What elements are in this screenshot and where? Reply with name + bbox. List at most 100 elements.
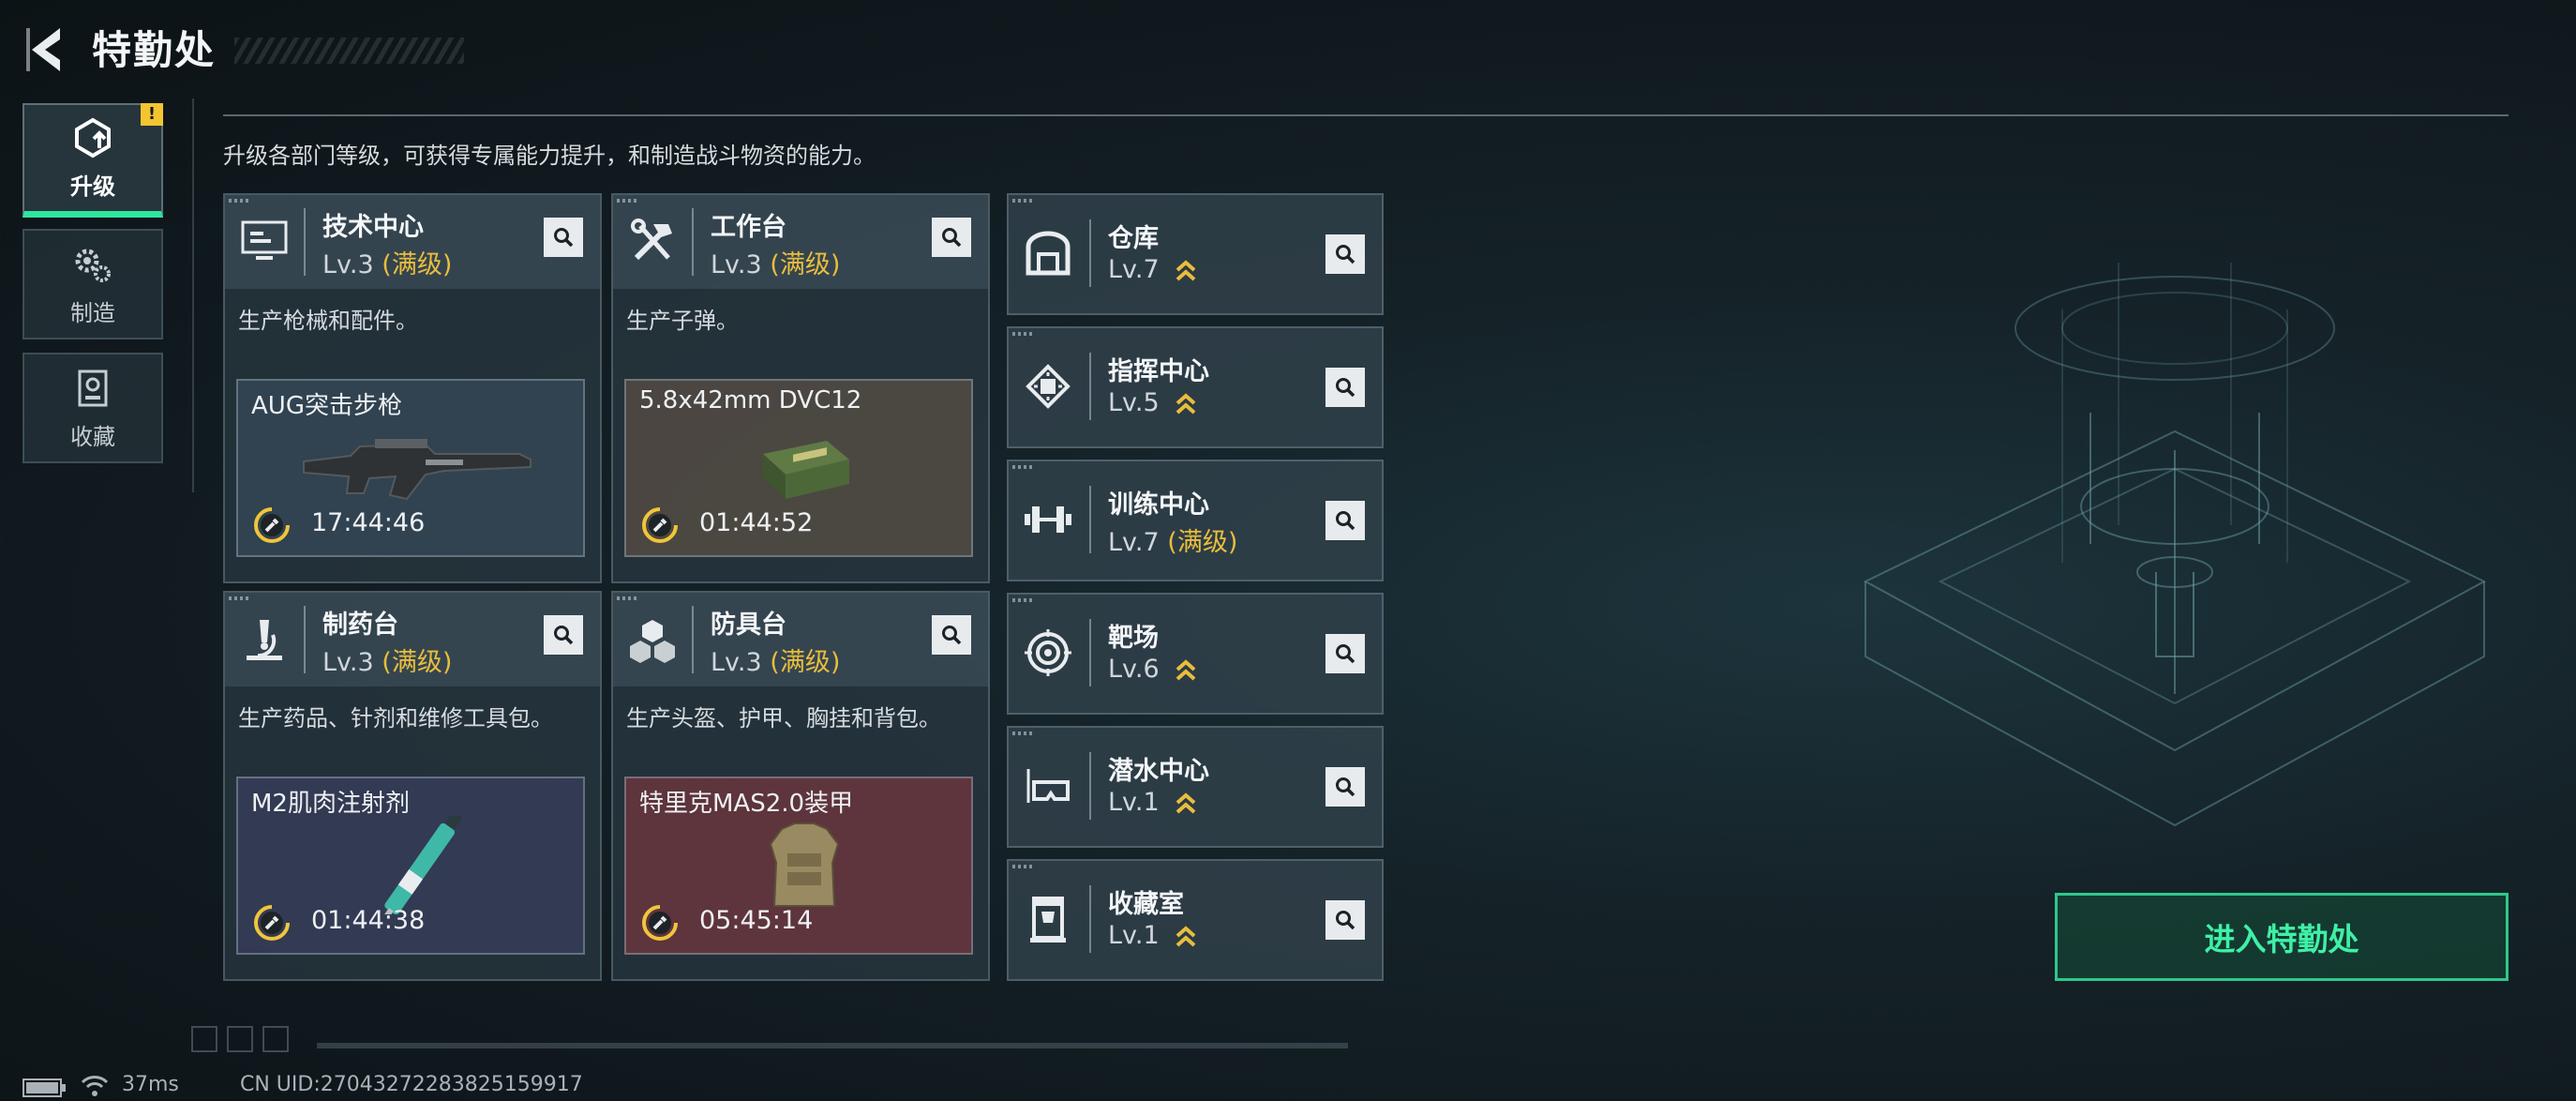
inspect-button[interactable] [1325, 501, 1365, 540]
battery-icon [22, 1078, 67, 1097]
armor-vest-image [673, 816, 936, 914]
upgrade-chevron-icon [1176, 925, 1196, 946]
inspect-button[interactable] [1325, 234, 1365, 274]
craft-timer: 17:44:46 [311, 508, 426, 537]
tab-craft-label: 制造 [70, 299, 115, 326]
collection-icon [70, 366, 115, 411]
tab-collection[interactable]: 收藏 [22, 353, 163, 463]
ammo-box-image [673, 418, 936, 517]
inspect-button[interactable] [1325, 634, 1365, 673]
card-level: Lv.5 [1108, 388, 1197, 417]
facility-card-armor-bench[interactable]: 防具台 Lv.3 (满级) 生产头盔、护甲、胸挂和背包。 特里克MAS2.0装甲… [611, 591, 990, 981]
card-name: 技术中心 [322, 213, 424, 242]
header-separator [1089, 752, 1091, 820]
facility-card-diving-center[interactable]: 潜水中心 Lv.1 [1007, 726, 1384, 848]
card-description: 生产头盔、护甲、胸挂和背包。 [626, 705, 941, 731]
upgrade-icon [70, 115, 115, 160]
card-level: Lv.3 (满级) [711, 648, 841, 677]
craft-timer: 01:44:52 [699, 508, 814, 537]
craft-slot[interactable]: 5.8x42mm DVC12 01:44:52 [624, 379, 973, 557]
tab-collection-label: 收藏 [70, 423, 115, 450]
header-separator [304, 606, 306, 673]
footer-control[interactable] [262, 1026, 289, 1052]
card-level: Lv.1 [1108, 921, 1197, 950]
facility-card-warehouse[interactable]: 仓库 Lv.7 [1007, 193, 1384, 315]
inspect-button[interactable] [1325, 368, 1365, 407]
header-separator [1089, 353, 1091, 420]
wifi-icon [81, 1075, 109, 1097]
headquarters-hologram [1781, 169, 2569, 844]
page-title: 特勤处 [92, 27, 217, 73]
user-uid: CN UID:2704327228382515991​7 [240, 1073, 583, 1096]
corner-decoration [1012, 731, 1033, 735]
cubes-icon [622, 610, 682, 670]
inspect-button[interactable] [544, 615, 583, 655]
inspect-button[interactable] [1325, 767, 1365, 807]
craft-timer: 05:45:14 [699, 906, 814, 935]
chip-icon [1018, 356, 1078, 416]
title-decoration [234, 38, 464, 64]
craft-slot[interactable]: 特里克MAS2.0装甲 05:45:14 [624, 777, 973, 955]
card-header: 制药台 Lv.3 (满级) [225, 593, 600, 686]
card-level: Lv.6 [1108, 655, 1197, 684]
facility-card-shooting-range[interactable]: 靶场 Lv.6 [1007, 593, 1384, 715]
footer-control[interactable] [191, 1026, 217, 1052]
wrench-timer-icon [641, 506, 679, 544]
corner-decoration [1012, 332, 1033, 336]
max-level-label: (满级) [770, 648, 841, 677]
facility-card-training-center[interactable]: 训练中心 Lv.7 (满级) [1007, 460, 1384, 581]
card-header: 工作台 Lv.3 (满级) [613, 195, 988, 289]
wrench-timer-icon [641, 904, 679, 942]
inspect-button[interactable] [544, 218, 583, 257]
header-separator [1089, 885, 1091, 953]
alert-badge: ! [141, 103, 163, 126]
monitor-icon [234, 212, 294, 272]
footer-control[interactable] [227, 1026, 253, 1052]
enter-headquarters-button[interactable]: 进入特勤处 [2055, 893, 2509, 981]
back-arrow-icon [26, 28, 60, 71]
corner-decoration [229, 199, 249, 203]
gears-icon [70, 242, 115, 287]
card-name: 制药台 [322, 611, 398, 640]
inspect-button[interactable] [932, 615, 971, 655]
card-description: 生产子弹。 [626, 308, 739, 334]
search-icon [554, 228, 574, 248]
facility-card-workbench[interactable]: 工作台 Lv.3 (满级) 生产子弹。 5.8x42mm DVC12 01:44… [611, 193, 990, 583]
scroll-indicator [317, 1043, 1348, 1048]
craft-item-name: AUG突击步枪 [251, 392, 402, 420]
tab-upgrade-label: 升级 [70, 173, 115, 200]
facility-card-tech-center[interactable]: 技术中心 Lv.3 (满级) 生产枪械和配件。 AUG突击步枪 17:44:46 [223, 193, 602, 583]
tab-upgrade[interactable]: ! 升级 [22, 103, 163, 218]
facility-card-collection-room[interactable]: 收藏室 Lv.1 [1007, 859, 1384, 981]
facility-card-pharmacy[interactable]: 制药台 Lv.3 (满级) 生产药品、针剂和维修工具包。 M2肌肉注射剂 01:… [223, 591, 602, 981]
search-icon [942, 626, 962, 645]
inspect-button[interactable] [1325, 900, 1365, 940]
corner-decoration [617, 199, 637, 203]
header-separator [1089, 619, 1091, 686]
max-level-label: (满级) [382, 250, 453, 279]
header-separator [692, 208, 694, 276]
craft-item-name: 5.8x42mm DVC12 [639, 386, 862, 415]
microscope-icon [234, 610, 294, 670]
craft-slot[interactable]: AUG突击步枪 17:44:46 [236, 379, 585, 557]
craft-item-name: M2肌肉注射剂 [251, 790, 410, 818]
facility-card-command-center[interactable]: 指挥中心 Lv.5 [1007, 326, 1384, 448]
wrench-timer-icon [253, 506, 291, 544]
inspect-button[interactable] [932, 218, 971, 257]
tab-craft[interactable]: 制造 [22, 229, 163, 339]
card-description: 生产药品、针剂和维修工具包。 [238, 705, 553, 731]
header-separator [692, 606, 694, 673]
craft-slot[interactable]: M2肌肉注射剂 01:44:38 [236, 777, 585, 955]
card-level: Lv.1 [1108, 788, 1197, 817]
target-icon [1018, 623, 1078, 683]
corner-decoration [1012, 598, 1033, 602]
max-level-label: (满级) [1167, 528, 1238, 557]
header-separator [1089, 486, 1091, 553]
header-separator [304, 208, 306, 276]
card-name: 收藏室 [1108, 890, 1184, 919]
back-button[interactable] [22, 23, 69, 77]
search-icon [1336, 644, 1355, 664]
card-header: 防具台 Lv.3 (满级) [613, 593, 988, 686]
header-separator [1089, 219, 1091, 287]
injector-image [285, 810, 547, 924]
